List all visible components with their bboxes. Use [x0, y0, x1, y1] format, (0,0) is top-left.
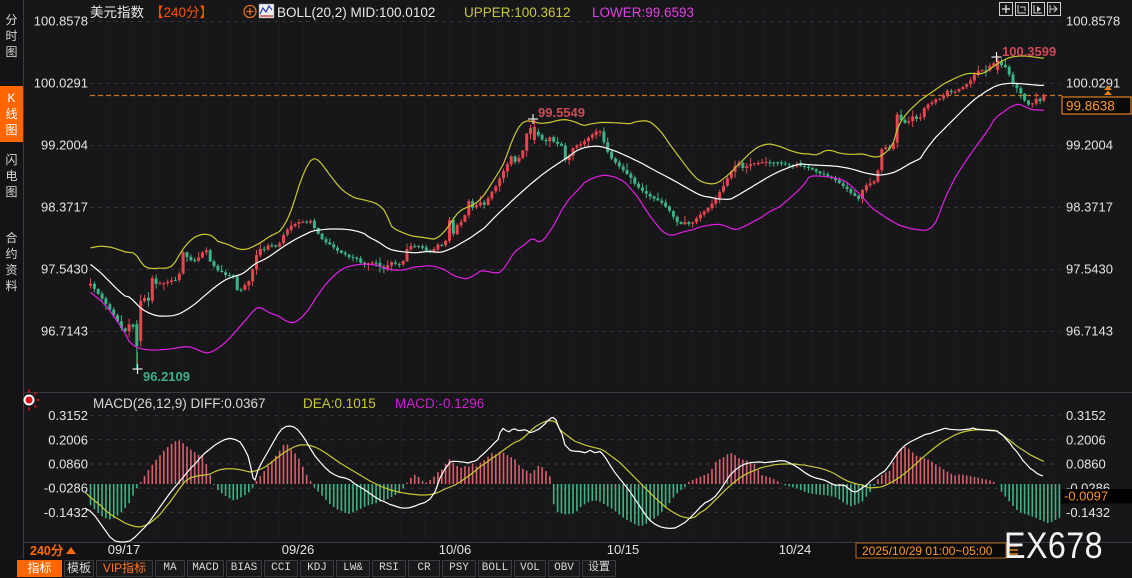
svg-text:99.2004: 99.2004 — [41, 138, 88, 153]
svg-text:MACD(26,12,9) DIFF:0.0367: MACD(26,12,9) DIFF:0.0367 — [93, 396, 266, 411]
svg-text:0.0860: 0.0860 — [48, 457, 88, 472]
svg-text:100.8578: 100.8578 — [1066, 14, 1120, 29]
svg-text:98.3717: 98.3717 — [41, 200, 88, 215]
svg-text:96.2109: 96.2109 — [143, 369, 190, 384]
svg-text:-0.0097: -0.0097 — [1064, 489, 1108, 504]
svg-text:0.3152: 0.3152 — [1066, 408, 1106, 423]
svg-text:97.5430: 97.5430 — [41, 262, 88, 277]
svg-text:240分: 240分 — [30, 543, 64, 558]
svg-text:0.0860: 0.0860 — [1066, 457, 1106, 472]
svg-text:0.2006: 0.2006 — [1066, 432, 1106, 447]
svg-text:UPPER:100.3612: UPPER:100.3612 — [464, 5, 571, 20]
svg-text:10/24: 10/24 — [779, 542, 812, 557]
svg-text:100.0291: 100.0291 — [1066, 76, 1120, 91]
svg-text:-0.1432: -0.1432 — [1066, 505, 1110, 520]
svg-text:96.7143: 96.7143 — [41, 324, 88, 339]
svg-text:10/15: 10/15 — [607, 542, 640, 557]
svg-text:98.3717: 98.3717 — [1066, 200, 1113, 215]
svg-text:-0.0286: -0.0286 — [44, 481, 88, 496]
svg-text:96.7143: 96.7143 — [1066, 324, 1113, 339]
svg-text:100.8578: 100.8578 — [34, 14, 88, 29]
svg-text:10/06: 10/06 — [439, 542, 472, 557]
svg-text:-0.1432: -0.1432 — [44, 505, 88, 520]
svg-text:100.0291: 100.0291 — [34, 76, 88, 91]
svg-text:DEA:0.1015: DEA:0.1015 — [303, 396, 376, 411]
svg-text:09/26: 09/26 — [282, 542, 315, 557]
svg-text:99.8638: 99.8638 — [1066, 99, 1115, 114]
svg-text:99.2004: 99.2004 — [1066, 138, 1113, 153]
svg-text:99.5549: 99.5549 — [538, 105, 585, 120]
svg-text:0.2006: 0.2006 — [48, 432, 88, 447]
svg-text:2025/10/29 01:00~05:00: 2025/10/29 01:00~05:00 — [862, 544, 993, 558]
svg-text:97.5430: 97.5430 — [1066, 262, 1113, 277]
svg-text:【240分】: 【240分】 — [150, 5, 213, 20]
svg-text:LOWER:99.6593: LOWER:99.6593 — [592, 5, 694, 20]
svg-text:BOLL(20,2) MID:100.0102: BOLL(20,2) MID:100.0102 — [277, 5, 435, 20]
svg-text:美元指数: 美元指数 — [90, 5, 144, 20]
svg-text:09/17: 09/17 — [108, 542, 141, 557]
svg-text:MACD:-0.1296: MACD:-0.1296 — [395, 396, 484, 411]
svg-text:0.3152: 0.3152 — [48, 408, 88, 423]
svg-text:100.3599: 100.3599 — [1002, 44, 1056, 59]
